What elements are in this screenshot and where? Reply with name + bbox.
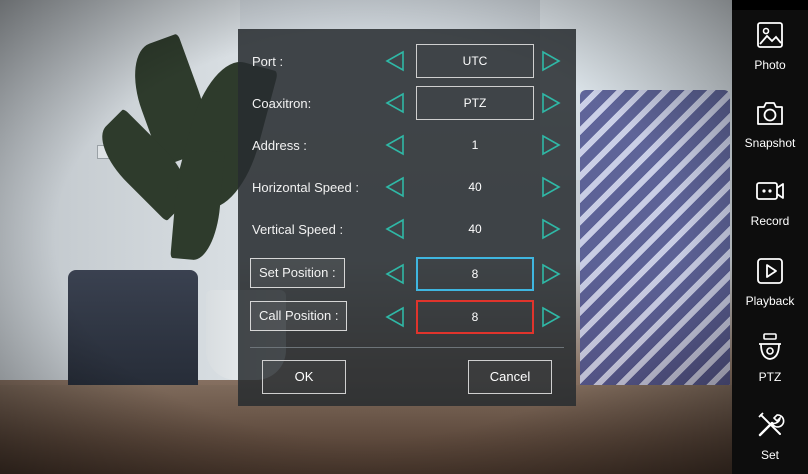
dialog-divider (250, 347, 564, 348)
set-position-value[interactable]: 8 (416, 257, 534, 291)
camera-icon (755, 98, 785, 128)
port-decrease-arrow-icon[interactable] (384, 50, 406, 72)
snapshot-button[interactable]: Snapshot (732, 92, 808, 170)
set-position-increase-arrow-icon[interactable] (540, 263, 562, 285)
snapshot-label: Snapshot (744, 136, 796, 150)
horizontal-speed-row: Horizontal Speed : 40 (238, 167, 576, 209)
coaxitron-row: Coaxitron: PTZ (238, 83, 576, 125)
call-position-value[interactable]: 8 (416, 300, 534, 334)
cancel-button[interactable]: Cancel (468, 360, 552, 394)
tools-icon (755, 410, 785, 440)
ptz-button[interactable]: PTZ (732, 326, 808, 404)
playback-label: Playback (745, 294, 795, 308)
horizontal-speed-label: Horizontal Speed : (252, 180, 359, 195)
office-chair (68, 270, 198, 400)
record-label: Record (750, 214, 790, 228)
ptz-dome-camera-icon (755, 332, 785, 362)
ptz-label: PTZ (758, 370, 782, 384)
address-increase-arrow-icon[interactable] (540, 134, 562, 156)
address-label: Address : (252, 138, 307, 153)
port-value[interactable]: UTC (416, 44, 534, 78)
horizontal-speed-value[interactable]: 40 (416, 170, 534, 204)
port-label: Port : (252, 54, 284, 69)
photo-icon (755, 20, 785, 50)
port-row: Port : UTC (238, 41, 576, 83)
call-position-button[interactable]: Call Position : (250, 301, 348, 331)
coaxitron-decrease-arrow-icon[interactable] (384, 92, 406, 114)
call-position-increase-arrow-icon[interactable] (540, 306, 562, 328)
vertical-speed-increase-arrow-icon[interactable] (540, 218, 562, 240)
horizontal-speed-increase-arrow-icon[interactable] (540, 176, 562, 198)
port-increase-arrow-icon[interactable] (540, 50, 562, 72)
record-icon (755, 176, 785, 206)
set-label: Set (760, 448, 779, 462)
call-position-decrease-arrow-icon[interactable] (384, 306, 406, 328)
set-position-decrease-arrow-icon[interactable] (384, 263, 406, 285)
coaxitron-value[interactable]: PTZ (416, 86, 534, 120)
vertical-speed-label: Vertical Speed : (252, 222, 344, 237)
playback-button[interactable]: Playback (732, 250, 808, 328)
set-button[interactable]: Set (732, 404, 808, 474)
document-rack (580, 90, 730, 390)
address-row: Address : 1 (238, 125, 576, 167)
right-toolbar: Photo Snapshot Record Playback PTZ Set (732, 10, 808, 474)
horizontal-speed-decrease-arrow-icon[interactable] (384, 176, 406, 198)
address-decrease-arrow-icon[interactable] (384, 134, 406, 156)
record-button[interactable]: Record (732, 170, 808, 248)
ptz-settings-dialog: Port : UTC Coaxitron: PTZ Address : 1 Ho… (238, 29, 576, 406)
vertical-speed-row: Vertical Speed : 40 (238, 209, 576, 251)
coaxitron-increase-arrow-icon[interactable] (540, 92, 562, 114)
ok-button[interactable]: OK (262, 360, 346, 394)
vertical-speed-value[interactable]: 40 (416, 212, 534, 246)
playback-icon (755, 256, 785, 286)
call-position-row: Call Position : 8 (238, 297, 576, 339)
set-position-row: Set Position : 8 (238, 254, 576, 296)
photo-button[interactable]: Photo (732, 14, 808, 92)
address-value[interactable]: 1 (416, 128, 534, 162)
vertical-speed-decrease-arrow-icon[interactable] (384, 218, 406, 240)
coaxitron-label: Coaxitron: (252, 96, 312, 111)
set-position-button[interactable]: Set Position : (250, 258, 345, 288)
photo-label: Photo (754, 58, 786, 72)
